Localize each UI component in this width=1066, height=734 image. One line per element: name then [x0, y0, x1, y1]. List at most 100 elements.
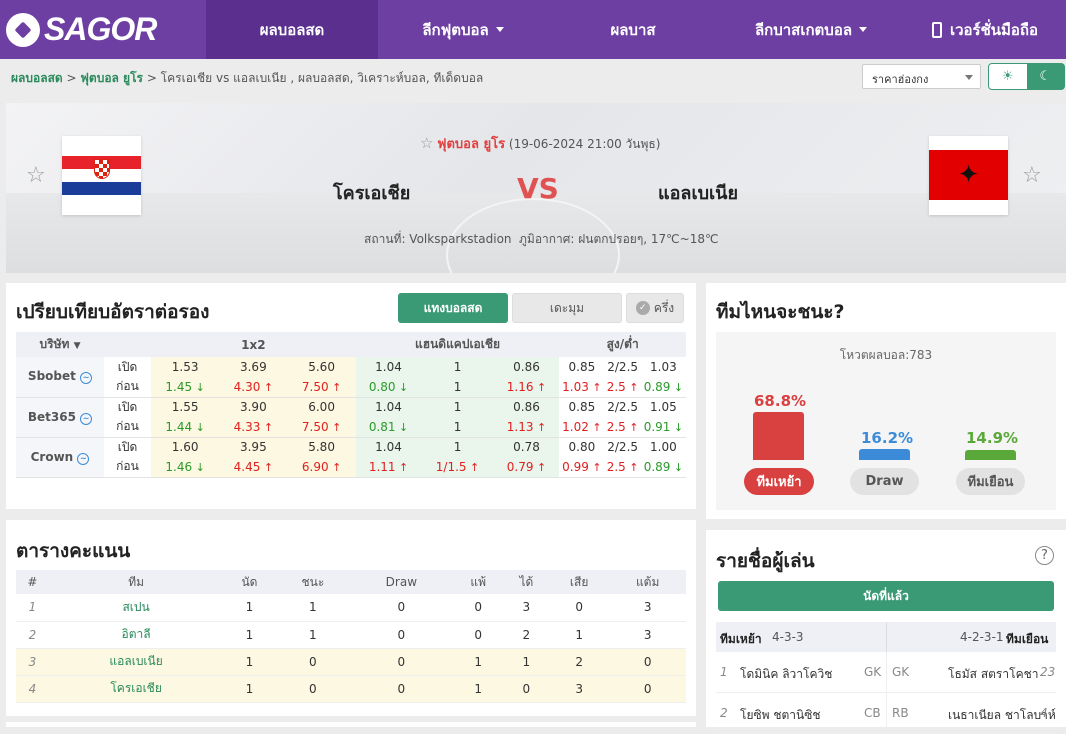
odds-row-before: ก่อน1.444.337.500.8111.131.022.50.91	[16, 417, 686, 438]
standings-row[interactable]: 3 แอลเบเนีย 1 0 0 1 1 2 0	[16, 648, 686, 676]
odds-before-value: 7.50	[287, 377, 356, 398]
nav-basketball-results[interactable]: ผลบาส	[548, 0, 718, 59]
odds-before-value: 0.91	[640, 417, 686, 438]
company-name: Crown	[30, 449, 74, 464]
odds-row-open: Crown ~ เปิด 1.60 3.95 5.80 1.04 1 0.78 0.80 2/2.…	[16, 437, 686, 478]
standings-cell: 0	[609, 648, 686, 676]
standings-cell: 1	[16, 594, 49, 622]
trend-chart-icon[interactable]: ~	[80, 372, 93, 385]
odds-before-value: 1.11	[355, 457, 422, 478]
odds-open-value: 0.85	[559, 357, 605, 377]
home-label: ทีมเหย้า	[720, 632, 762, 646]
nav-label: ลีกฟุตบอล	[422, 20, 489, 39]
player-position: RB	[892, 706, 909, 720]
standings-cell: 0	[350, 594, 453, 622]
standings-cell: 4	[16, 675, 49, 703]
favorite-away-star-icon[interactable]: ☆	[1022, 163, 1042, 188]
prediction-panel: ทีมไหนจะชนะ? โหวตผลบอล:783 68.8% 16.2% 1…	[706, 283, 1066, 519]
odds-open-value: 0.78	[493, 437, 560, 457]
standings-cell: 0	[350, 621, 453, 649]
standings-col-header: ทีม	[48, 570, 224, 594]
standings-row[interactable]: 1 สเปน 1 1 0 0 3 0 3	[16, 594, 686, 622]
standings-cell: 2	[503, 621, 549, 649]
odds-open-value: 6.00	[287, 397, 356, 417]
players-title: รายชื่อผู้เล่น	[716, 550, 815, 572]
home-player-name[interactable]: โดมินิค ลิวาโควิช	[740, 665, 832, 684]
nav-live-scores[interactable]: ผลบอลสด	[206, 0, 378, 59]
standings-col-header: ได้	[503, 570, 549, 594]
odds-open-value: 1.55	[151, 397, 220, 417]
venue: สถานที่: Volksparkstadion	[364, 232, 512, 246]
odds-before-value: 2.5	[604, 457, 641, 478]
last-match-tab[interactable]: นัดที่แล้ว	[718, 581, 1054, 611]
odds-before-value: 0.79	[493, 457, 560, 478]
standings-cell: 0	[452, 621, 504, 649]
away-win-pct: 14.9%	[966, 429, 1019, 447]
vote-home-button[interactable]: ทีมเหย้า	[744, 468, 814, 495]
standings-team[interactable]: อิตาลี	[48, 621, 224, 649]
standings-cell: 0	[350, 648, 453, 676]
next-panel	[6, 722, 696, 727]
standings-team[interactable]: สเปน	[48, 594, 224, 622]
league-name[interactable]: ฟุตบอล ยูโร	[437, 137, 505, 152]
trend-chart-icon[interactable]: ~	[77, 452, 90, 465]
away-team-name[interactable]: แอลเบเนีย	[658, 178, 738, 207]
company-cell[interactable]: Sbobet ~	[16, 357, 104, 398]
odds-open-value: 5.60	[287, 357, 356, 377]
away-player-name[interactable]: โธมัส สตราโคชา	[948, 665, 1038, 684]
player-number: 1	[720, 665, 728, 679]
company-cell[interactable]: Crown ~	[16, 437, 104, 478]
standings-cell: 0	[275, 648, 351, 676]
favorite-league-star-icon[interactable]: ☆	[420, 134, 433, 152]
col-company[interactable]: บริษัท ▼	[16, 332, 104, 357]
standings-cell: 3	[609, 594, 686, 622]
theme-toggle[interactable]: ☀ ☾	[988, 63, 1065, 90]
standings-col-header: นัด	[223, 570, 276, 594]
sun-icon[interactable]: ☀	[989, 64, 1027, 89]
half-time-button[interactable]: ✓ ครึ่ง	[626, 293, 684, 323]
match-datetime: (19-06-2024 21:00 วันพุธ)	[508, 137, 661, 151]
odds-before-value: 0.89	[640, 457, 686, 478]
live-bet-button[interactable]: แทงบอลสด	[398, 293, 508, 323]
standings-team[interactable]: โครเอเชีย	[48, 675, 224, 703]
standings-team[interactable]: แอลเบเนีย	[48, 648, 224, 676]
croatia-flag	[62, 136, 141, 215]
nav-football-leagues[interactable]: ลีกฟุตบอล	[378, 0, 548, 59]
odds-table: บริษัท ▼ 1x2 แฮนดิแคปเอเชีย สูง/ต่ำ Sbob…	[16, 332, 686, 478]
price-format-select[interactable]: ราคาฮ่องกง	[862, 64, 981, 89]
odds-open-value: 1.60	[151, 437, 220, 457]
standings-cell: 0	[275, 675, 351, 703]
help-icon[interactable]: ?	[1035, 546, 1054, 565]
odds-before-value: 0.99	[559, 457, 605, 478]
standings-cell: 1	[223, 675, 276, 703]
odds-open-value: 1.05	[640, 397, 686, 417]
site-logo[interactable]: SAGOR	[0, 0, 206, 59]
open-label: เปิด	[117, 359, 138, 374]
standings-row[interactable]: 2 อิตาลี 1 1 0 0 2 1 3	[16, 621, 686, 649]
odds-before-value: 1.46	[151, 457, 220, 478]
odds-open-value: 1.00	[640, 437, 686, 457]
moon-icon[interactable]: ☾	[1026, 64, 1064, 89]
vote-away-button[interactable]: ทีมเยือน	[956, 468, 1025, 495]
standings-row[interactable]: 4 โครเอเชีย 1 0 0 1 0 3 0	[16, 675, 686, 703]
odds-open-value: 1	[421, 397, 494, 417]
breadcrumb-home[interactable]: ผลบอลสด	[11, 71, 63, 85]
home-player-name[interactable]: โยซิพ ชตานิซิช	[740, 706, 821, 725]
company-name: Sbobet	[27, 369, 76, 384]
standings-cell: 1	[452, 675, 504, 703]
trend-chart-icon[interactable]: ~	[80, 412, 93, 425]
half-label: ครึ่ง	[653, 300, 675, 315]
favorite-home-star-icon[interactable]: ☆	[26, 163, 46, 188]
nav-mobile-version[interactable]: เวอร์ชั่นมือถือ	[904, 0, 1066, 59]
odds-open-value: 2/2.5	[604, 357, 641, 377]
standings-cell: 3	[609, 621, 686, 649]
standings-col-header: ชนะ	[275, 570, 351, 594]
breadcrumb-league[interactable]: ฟุตบอล ยูโร	[80, 71, 143, 85]
home-team-name[interactable]: โครเอเชีย	[333, 178, 410, 207]
company-cell[interactable]: Bet365 ~	[16, 397, 104, 438]
corners-button[interactable]: เดะมุม	[512, 293, 622, 323]
odds-before-value: 4.45	[219, 457, 288, 478]
header-label: บริษัท	[39, 337, 70, 351]
nav-basketball-leagues[interactable]: ลีกบาสเกตบอล	[718, 0, 904, 59]
vote-draw-button[interactable]: Draw	[850, 468, 919, 495]
